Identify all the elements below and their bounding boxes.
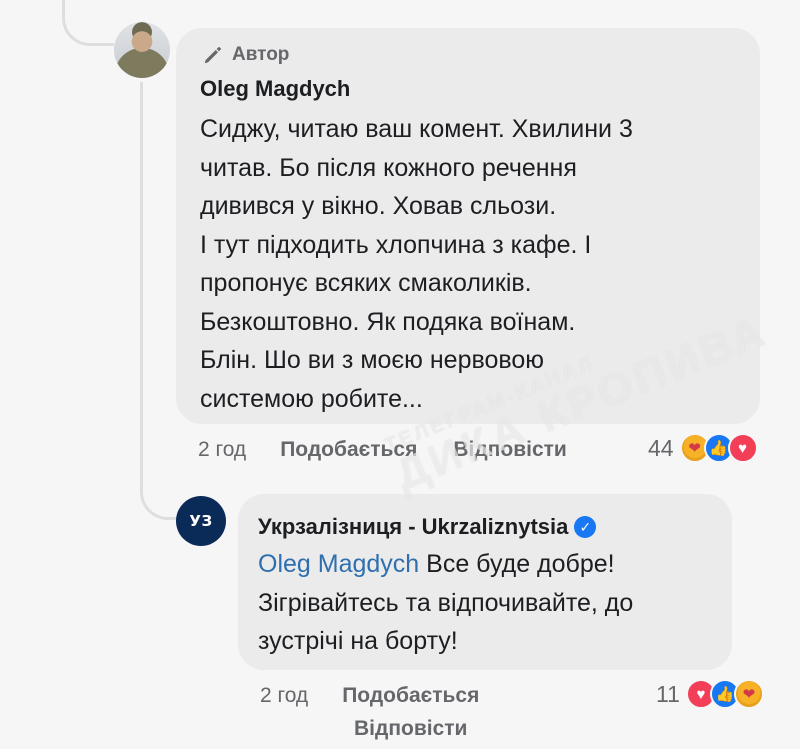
avatar-ukrzaliznytsia[interactable]: УЗ xyxy=(176,496,226,546)
pen-icon xyxy=(204,47,221,64)
comment-author-name[interactable]: Oleg Magdych xyxy=(200,76,350,102)
comment-actions: 2 год Подобається Відповісти xyxy=(198,438,567,462)
comment-thread: Автор Oleg Magdych Сиджу, читаю ваш коме… xyxy=(0,0,800,749)
reply-like-button[interactable]: Подобається xyxy=(342,684,479,708)
thread-connector-top xyxy=(62,0,114,46)
comment-timestamp[interactable]: 2 год xyxy=(198,438,246,462)
thread-connector-reply xyxy=(140,458,176,520)
reaction-summary[interactable]: 44 ❤ 👍 ♥ xyxy=(648,433,758,463)
care-icon: ❤ xyxy=(733,679,764,709)
like-button[interactable]: Подобається xyxy=(280,438,417,462)
reply-author-name[interactable]: Укрзалізниця - Ukrzaliznytsia xyxy=(258,514,568,540)
reply-reply-button[interactable]: Відповісти xyxy=(354,717,467,741)
avatar-oleg-magdych[interactable] xyxy=(114,22,170,78)
love-icon: ♥ xyxy=(727,433,758,463)
thread-connector-vertical xyxy=(140,82,143,462)
reply-actions: 2 год Подобається xyxy=(260,684,479,708)
reply-reaction-summary[interactable]: 11 ♥ 👍 ❤ xyxy=(656,679,764,709)
mention-link[interactable]: Oleg Magdych xyxy=(258,550,419,578)
reaction-count: 44 xyxy=(648,434,674,461)
reply-reaction-count: 11 xyxy=(656,680,680,707)
verified-badge-icon: ✓ xyxy=(574,516,597,538)
reply-timestamp[interactable]: 2 год xyxy=(260,684,308,708)
comment-text: Сиджу, читаю ваш комент. Хвилини 3 читав… xyxy=(200,115,633,413)
uz-logo: УЗ xyxy=(189,512,213,530)
reply-button[interactable]: Відповісти xyxy=(453,438,566,462)
author-badge-label: Автор xyxy=(232,44,290,65)
reply-text: Oleg Magdych Все буде добре! Зігрівайтес… xyxy=(258,545,718,661)
reply-author[interactable]: Укрзалізниця - Ukrzaliznytsia ✓ xyxy=(258,514,597,540)
author-badge: Автор xyxy=(202,44,289,66)
